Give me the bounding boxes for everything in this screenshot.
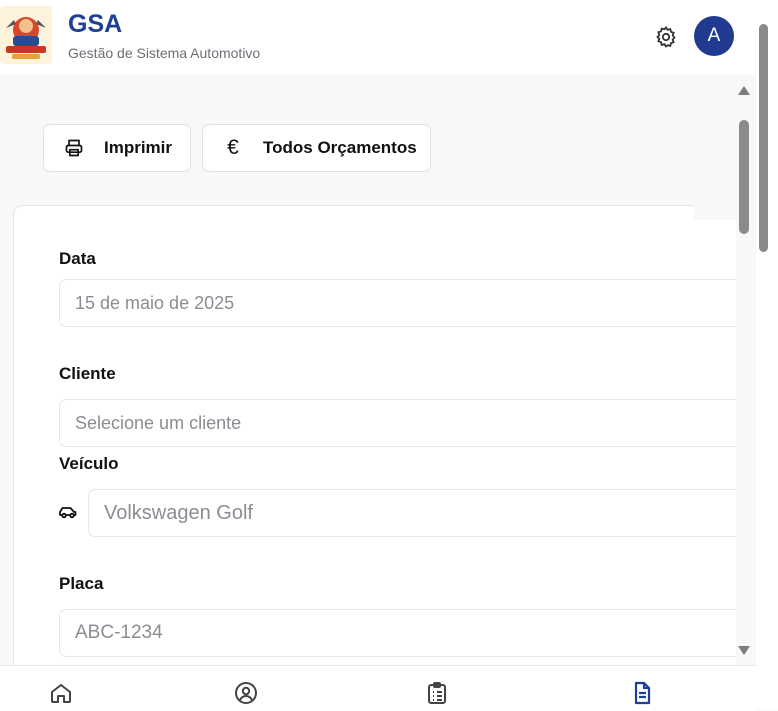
app-title: GSA [68,10,123,38]
user-circle-icon[interactable] [233,680,259,706]
vehicle-label: Veículo [59,454,119,473]
clipboard-list-icon[interactable] [424,680,450,706]
car-icon [58,504,78,520]
home-icon[interactable] [48,680,74,706]
bottom-nav [0,665,756,711]
content-scrollbar-thumb[interactable] [739,120,749,234]
euro-icon: € [227,136,239,159]
app-logo [0,6,52,64]
client-select[interactable]: Selecione um cliente [59,399,736,447]
document-icon[interactable] [629,680,655,706]
all-budgets-button[interactable]: € Todos Orçamentos [202,124,431,172]
avatar[interactable]: A [694,16,734,56]
plate-field[interactable]: ABC-1234 [59,609,736,657]
plate-label: Placa [59,574,104,593]
card-notch [694,205,736,220]
scroll-down-arrow-icon[interactable] [738,646,750,655]
vehicle-field[interactable]: Volkswagen Golf [88,489,736,537]
printer-icon [64,138,84,158]
scroll-up-arrow-icon[interactable] [738,86,750,95]
app-subtitle: Gestão de Sistema Automotivo [68,45,261,61]
client-label: Cliente [59,364,116,383]
app-header: GSA Gestão de Sistema Automotivo A [0,0,756,75]
page-scrollbar-thumb[interactable] [759,24,768,252]
print-button[interactable]: Imprimir [43,124,191,172]
all-budgets-button-label: Todos Orçamentos [263,138,417,157]
gear-icon[interactable] [653,24,679,50]
date-field[interactable]: 15 de maio de 2025 [59,279,736,327]
print-button-label: Imprimir [104,138,173,157]
date-label: Data [59,249,96,268]
